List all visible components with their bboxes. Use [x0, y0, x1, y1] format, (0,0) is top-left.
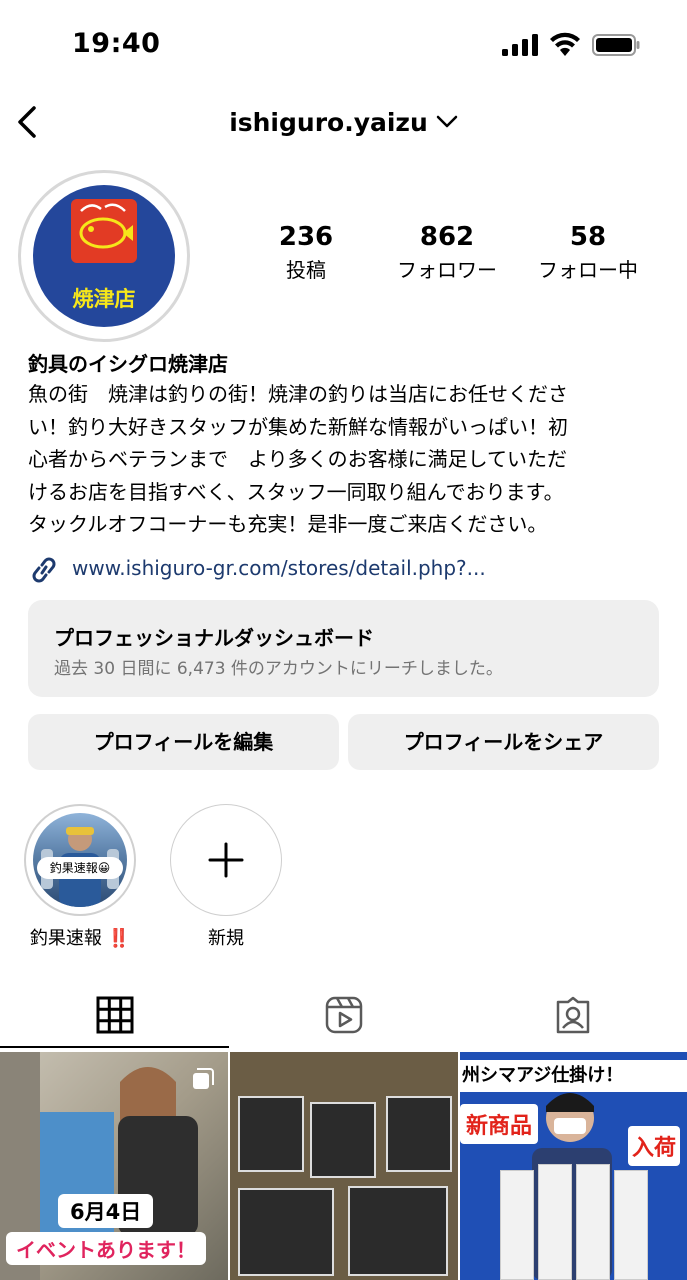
- bio-line: 魚の街 焼津は釣りの街！焼津の釣りは当店にお任せくださ: [28, 382, 568, 406]
- product-card: [576, 1164, 610, 1280]
- grid-icon: [96, 996, 134, 1034]
- stat-following[interactable]: 58 フォロー中: [528, 222, 648, 283]
- highlight-ring: 釣果速報😀: [24, 804, 136, 916]
- carousel-icon: [652, 1068, 673, 1089]
- new-product-badge: 新商品: [460, 1104, 539, 1144]
- highlight-catch-report[interactable]: 釣果速報😀 釣果速報 ‼️: [24, 804, 136, 950]
- edit-profile-button[interactable]: プロフィールを編集: [28, 714, 339, 770]
- posts-grid: 6月4日 イベントあります！ 州シマアジ仕掛け！ 新商品 入荷: [0, 1052, 687, 1280]
- reels-icon: [325, 996, 363, 1034]
- highlight-label: 釣果速報 ‼️: [29, 928, 131, 949]
- arrival-badge: 入荷: [628, 1126, 681, 1166]
- post-date: 6月4日: [58, 1194, 154, 1228]
- post-caption: イベントあります！: [6, 1232, 206, 1265]
- profile-tabs: [0, 990, 687, 1048]
- chevron-down-icon: [436, 115, 458, 128]
- professional-dashboard[interactable]: プロフェッショナルダッシュボード 過去 30 日間に 6,473 件のアカウント…: [28, 600, 659, 697]
- carousel-icon: [193, 1068, 214, 1089]
- plus-icon: [208, 842, 244, 878]
- stat-value: 58: [569, 222, 607, 252]
- tab-tagged[interactable]: [458, 990, 687, 1048]
- dashboard-subtitle: 過去 30 日間に 6,473 件のアカウントにリーチしました。: [54, 659, 503, 679]
- dashboard-title: プロフェッショナルダッシュボード: [54, 626, 374, 650]
- status-bar: 19:40: [0, 0, 687, 90]
- post-thumbnail[interactable]: [230, 1052, 458, 1280]
- share-profile-button[interactable]: プロフィールをシェア: [348, 714, 659, 770]
- highlight-tag: 釣果速報😀: [37, 857, 123, 879]
- status-time: 19:40: [72, 28, 161, 59]
- link-url[interactable]: www.ishiguro-gr.com/stores/detail.php?..…: [72, 556, 486, 580]
- username-switcher[interactable]: ishiguro.yaizu: [0, 106, 687, 137]
- username: ishiguro.yaizu: [229, 107, 428, 137]
- product-card: [500, 1170, 534, 1280]
- avatar-store-label: 焼津店: [72, 287, 136, 311]
- product-card: [538, 1164, 572, 1280]
- battery-icon: [592, 34, 640, 56]
- product-pack: [386, 1096, 452, 1172]
- profile-bio: 魚の街 焼津は釣りの街！焼津の釣りは当店にお任せくださ い！釣り大好きスタッフが…: [28, 378, 668, 541]
- bio-line: けるお店を目指すべく、スタッフ一同取り組んでおります。: [28, 479, 564, 504]
- stat-followers[interactable]: 862 フォロワー: [388, 222, 506, 283]
- tagged-icon: [556, 996, 590, 1034]
- profile-name: 釣具のイシグロ焼津店: [28, 352, 228, 376]
- stat-value: 236: [278, 222, 334, 252]
- bio-line: タックルオフコーナーも充実！是非一度ご来店ください。: [28, 512, 548, 536]
- bio-line: い！釣り大好きスタッフが集めた新鮮な情報がいっぱい！初: [28, 414, 568, 439]
- post-thumbnail[interactable]: 州シマアジ仕掛け！ 新商品 入荷: [460, 1052, 687, 1280]
- stat-label: フォロー中: [538, 258, 638, 282]
- store-logo-icon: [71, 199, 137, 263]
- product-pack: [348, 1186, 448, 1276]
- avatar-image: 焼津店: [33, 185, 175, 327]
- profile-avatar[interactable]: 焼津店: [18, 170, 190, 342]
- tab-reels[interactable]: [229, 990, 458, 1048]
- product-card: [614, 1170, 648, 1280]
- highlight-new-ring: [170, 804, 282, 916]
- link-icon: [32, 557, 56, 583]
- stat-posts[interactable]: 236 投稿: [266, 222, 346, 283]
- stat-label: 投稿: [286, 258, 326, 282]
- wifi-icon: [550, 32, 580, 56]
- highlight-label: 新規: [208, 928, 244, 949]
- post-thumbnail[interactable]: 6月4日 イベントあります！: [0, 1052, 228, 1280]
- top-nav: ishiguro.yaizu: [0, 100, 687, 148]
- highlight-new[interactable]: 新規: [170, 804, 282, 950]
- active-tab-indicator: [0, 1046, 229, 1048]
- product-pack: [238, 1188, 334, 1276]
- product-pack: [238, 1096, 304, 1172]
- signal-icon: [502, 34, 538, 56]
- tab-grid[interactable]: [0, 990, 229, 1048]
- profile-link[interactable]: www.ishiguro-gr.com/stores/detail.php?..…: [28, 554, 668, 586]
- bio-line: 心者からベテランまで より多くのお客様に満足していただ: [28, 447, 567, 471]
- stat-value: 862: [419, 222, 475, 252]
- stat-label: フォロワー: [397, 258, 497, 282]
- highlight-cover-image: 釣果速報😀: [33, 813, 127, 907]
- product-pack: [310, 1102, 376, 1178]
